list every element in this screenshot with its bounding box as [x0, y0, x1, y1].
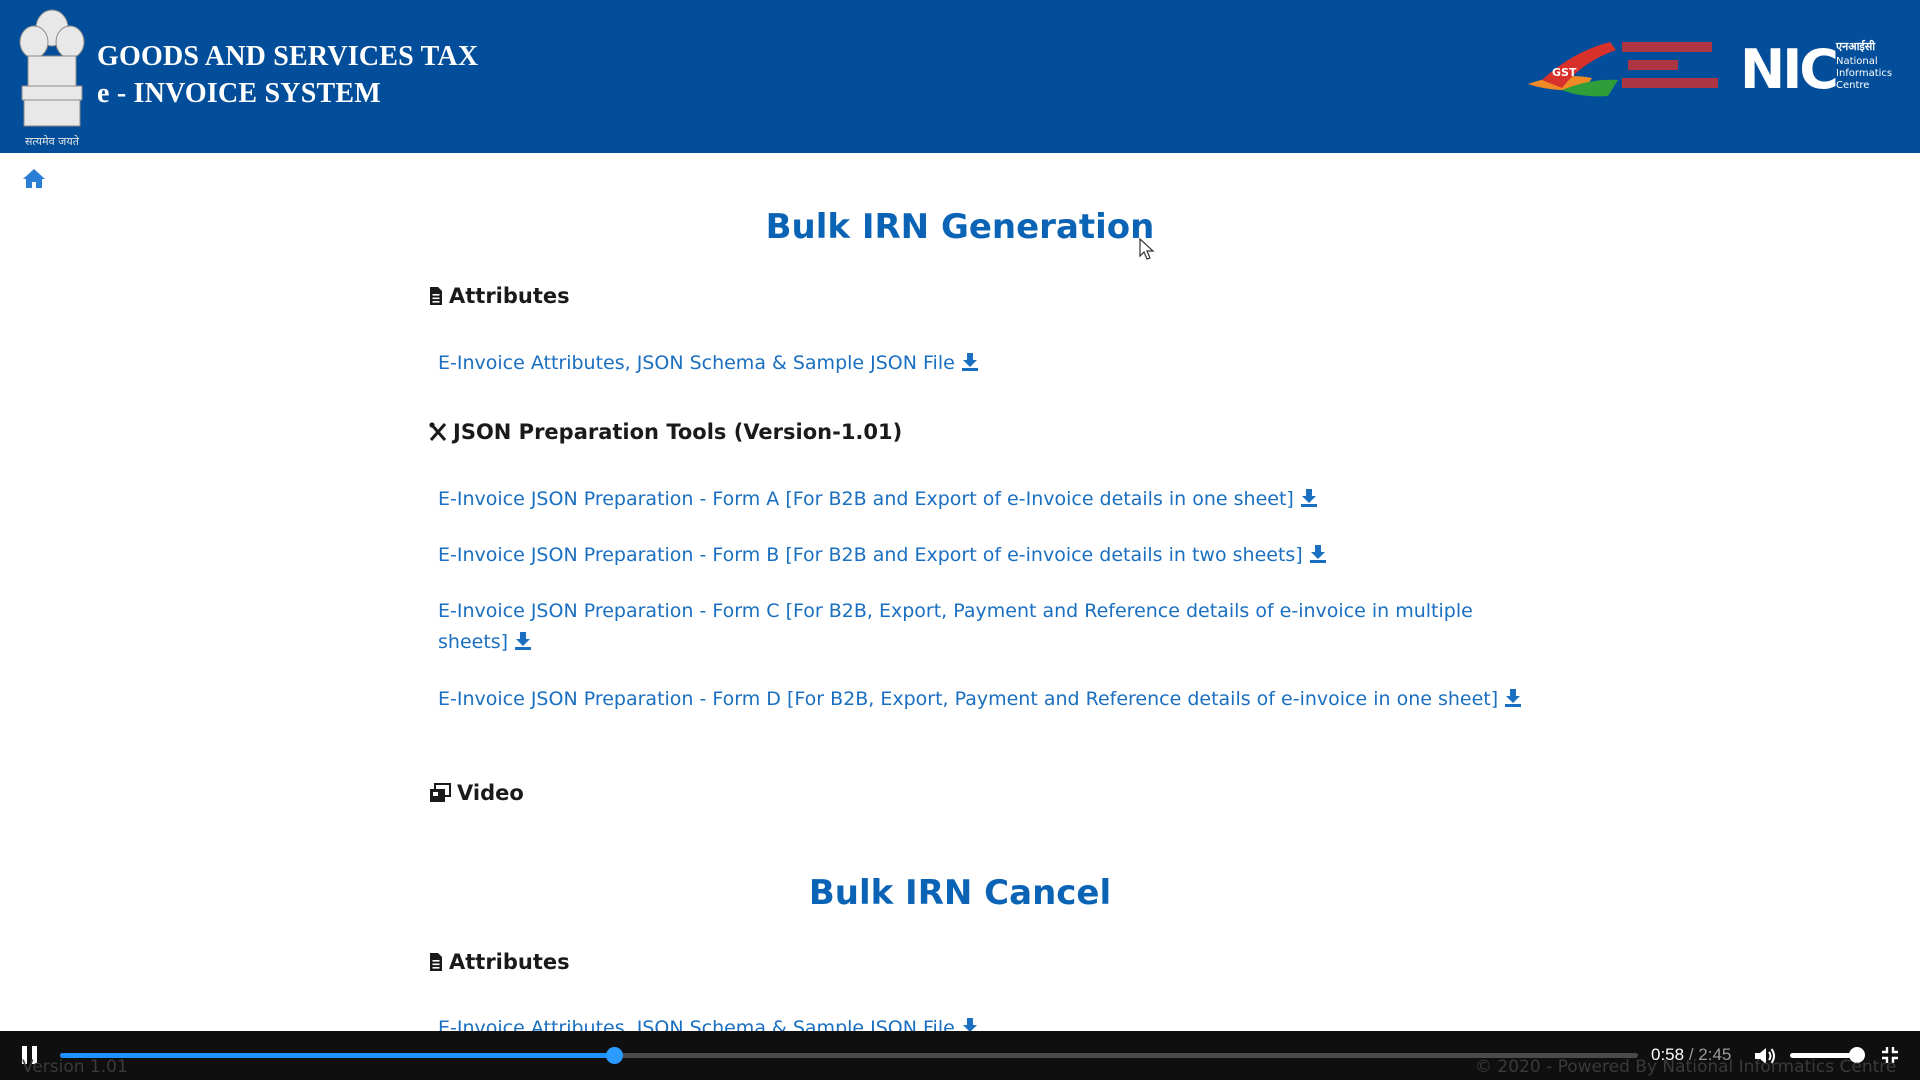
tool-form-a-label: E-Invoice JSON Preparation - Form A [For…: [438, 488, 1294, 510]
site-title-line2: e - INVOICE SYSTEM: [97, 78, 381, 109]
tool-form-b-label: E-Invoice JSON Preparation - Form B [For…: [438, 544, 1303, 566]
svg-text:Informatics: Informatics: [1836, 68, 1892, 79]
file-icon: [430, 953, 442, 971]
section-title-generation: Bulk IRN Generation: [765, 207, 1155, 247]
download-icon: [1300, 489, 1317, 507]
nic-logo-hindi: एनआईसी: [1835, 39, 1876, 53]
svg-text:Centre: Centre: [1836, 80, 1869, 91]
seek-bar-played: [60, 1053, 614, 1058]
cancel-attributes-download-link[interactable]: E-Invoice Attributes, JSON Schema & Samp…: [438, 1013, 1478, 1031]
cancel-attributes-heading-label: Attributes: [449, 950, 570, 974]
tool-form-d-link[interactable]: E-Invoice JSON Preparation - Form D [For…: [438, 684, 1538, 715]
site-header: सत्यमेव जयते GOODS AND SERVICES TAX e - …: [0, 0, 1920, 153]
video-icon: [430, 783, 451, 802]
tool-form-d-label: E-Invoice JSON Preparation - Form D [For…: [438, 688, 1499, 710]
main-content: Bulk IRN Generation Attributes E-Invoice…: [0, 153, 1920, 1031]
site-title: GOODS AND SERVICES TAX e - INVOICE SYSTE…: [97, 38, 478, 112]
nic-logo-text: NIC: [1740, 38, 1836, 98]
svg-text:National: National: [1836, 56, 1878, 67]
cancel-attributes-heading: Attributes: [429, 950, 570, 974]
gst-logo-text: GST: [1552, 66, 1577, 79]
attributes-download-link[interactable]: E-Invoice Attributes, JSON Schema & Samp…: [438, 348, 1478, 379]
tool-form-a-link[interactable]: E-Invoice JSON Preparation - Form A [For…: [438, 484, 1478, 515]
file-icon: [430, 287, 442, 305]
attributes-heading-label: Attributes: [449, 284, 570, 308]
tool-form-b-link[interactable]: E-Invoice JSON Preparation - Form B [For…: [438, 540, 1478, 571]
tool-form-c-link[interactable]: E-Invoice JSON Preparation - Form C [For…: [438, 596, 1478, 658]
seek-handle[interactable]: [605, 1047, 623, 1064]
download-icon: [1309, 545, 1326, 563]
download-icon: [1505, 689, 1522, 707]
version-text: Version 1.01: [22, 1057, 128, 1077]
site-title-line1: GOODS AND SERVICES TAX: [97, 41, 479, 72]
tools-heading-label: JSON Preparation Tools (Version-1.01): [453, 420, 903, 444]
video-heading-label: Video: [457, 781, 524, 805]
download-icon: [962, 1018, 977, 1031]
download-icon: [515, 632, 532, 650]
download-icon: [961, 353, 978, 371]
seek-bar[interactable]: [60, 1047, 1638, 1064]
copyright-text: © 2020 - Powered By National Informatics…: [1475, 1057, 1897, 1077]
attributes-download-label: E-Invoice Attributes, JSON Schema & Samp…: [438, 352, 955, 374]
nic-logo-icon: NIC एनआईसी National Informatics Centre: [1740, 38, 1892, 98]
mouse-cursor-icon: [1139, 238, 1155, 260]
section-title-cancel: Bulk IRN Cancel: [808, 873, 1112, 913]
gst-logo-icon: GST: [1528, 42, 1718, 97]
video-heading: Video: [429, 781, 524, 805]
tools-icon: [429, 422, 447, 441]
emblem-caption: सत्यमेव जयते: [25, 135, 80, 148]
tool-form-c-label: E-Invoice JSON Preparation - Form C [For…: [438, 600, 1473, 653]
cancel-attributes-download-label: E-Invoice Attributes, JSON Schema & Samp…: [438, 1017, 955, 1031]
tools-heading: JSON Preparation Tools (Version-1.01): [429, 420, 902, 444]
attributes-heading: Attributes: [429, 284, 570, 308]
national-emblem-icon: सत्यमेव जयते: [19, 9, 85, 148]
